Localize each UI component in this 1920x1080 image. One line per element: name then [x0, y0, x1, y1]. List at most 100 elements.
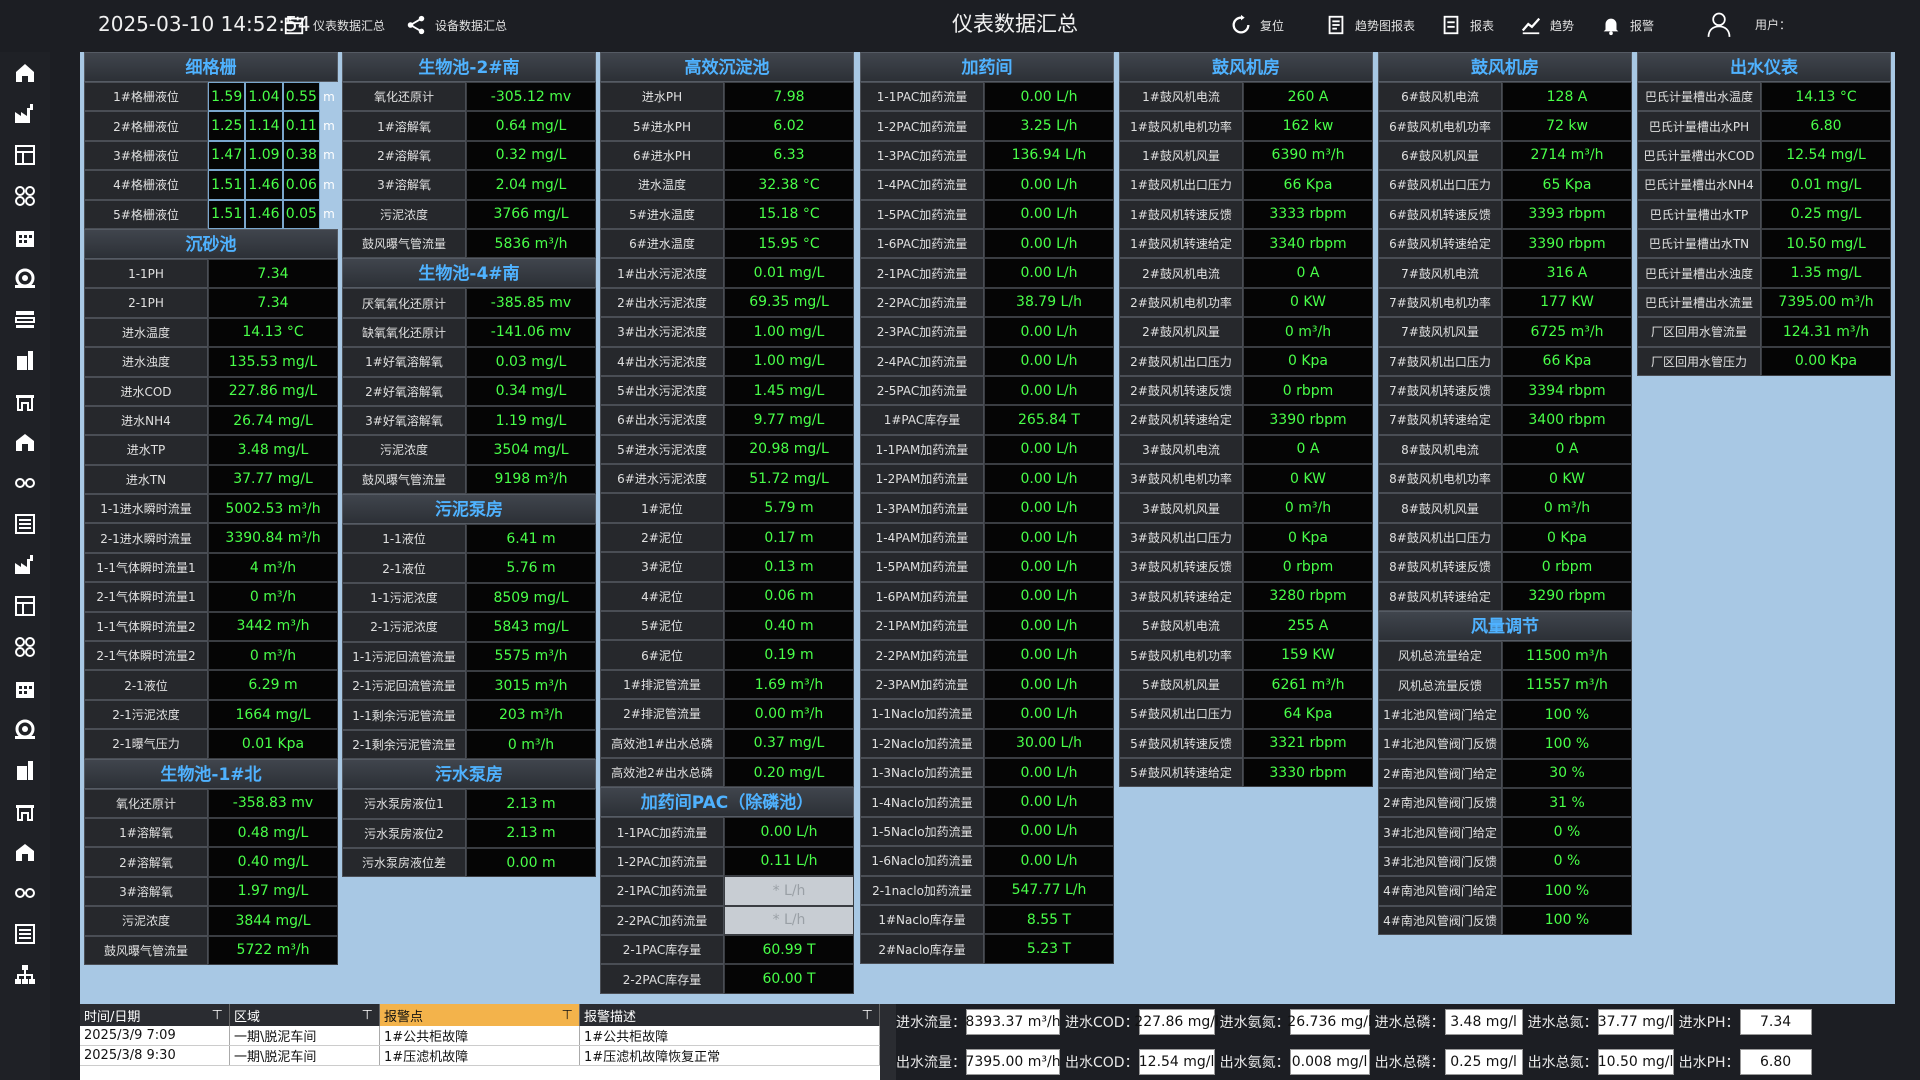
section-out: 出水仪表 巴氏计量槽出水温度 14.13 °C 巴氏计量槽出水PH 6.80 巴氏计量槽出…	[1637, 52, 1891, 376]
row-label: 1#溶解氧	[342, 111, 466, 141]
alarm-button[interactable]: 报警	[1600, 14, 1654, 36]
section-title: 风量调节	[1378, 611, 1632, 642]
row-label: 1#Naclo库存量	[860, 904, 984, 935]
col-header-datetime[interactable]: 时间/日期 ⊤	[80, 1004, 230, 1026]
data-row: 1-1污泥回流管流量 5575 m³/h	[342, 641, 596, 672]
data-row: 3#北池风管阀门给定 0 %	[1378, 817, 1632, 847]
factory-icon[interactable]	[13, 553, 37, 577]
alarm-scrollbar[interactable]	[880, 1004, 896, 1080]
trend-button[interactable]: 趋势	[1520, 14, 1574, 36]
panel-icon[interactable]	[13, 594, 37, 618]
building-icon[interactable]	[13, 225, 37, 249]
data-row: 厂区回用水管压力 0.00 Kpa	[1637, 346, 1891, 376]
summary-value: 37.77 mg/l	[1597, 1009, 1674, 1035]
building-icon[interactable]	[13, 676, 37, 700]
row-label: 1#鼓风机电流	[1119, 82, 1243, 112]
data-row: 2#南池风管阀门给定 30 %	[1378, 758, 1632, 788]
factory-icon[interactable]	[13, 102, 37, 126]
row-value: 128 A	[1502, 82, 1632, 112]
link-icon[interactable]	[13, 881, 37, 905]
row-value: 7395.00 m³/h	[1761, 287, 1891, 318]
org-icon[interactable]	[13, 963, 37, 987]
row-label: 1#泥位	[600, 493, 724, 523]
filter-icon[interactable]: ⊤	[562, 1008, 573, 1023]
alarm-row[interactable]: 2025/3/9 7:09 一期\脱泥车间 1#公共柜故障 1#公共柜故障	[80, 1026, 880, 1046]
fan-icon[interactable]	[13, 635, 37, 659]
tank-icon[interactable]	[13, 348, 37, 372]
data-row: 1-6PAM加药流量 0.00 L/h	[860, 581, 1114, 612]
panel-icon[interactable]	[13, 143, 37, 167]
row-value: 0 A	[1243, 258, 1373, 288]
data-row: 8#鼓风机转速给定 3290 rbpm	[1378, 581, 1632, 612]
row-value: 0.00 m	[466, 847, 596, 878]
row-label: 2#排泥管流量	[600, 699, 724, 729]
summary-label: 出水PH：	[1678, 1055, 1740, 1071]
report-button[interactable]: 报表	[1440, 14, 1494, 36]
station-icon[interactable]	[13, 840, 37, 864]
user-button[interactable]: 用户：	[1705, 10, 1791, 38]
row-value: 10.50 mg/L	[1761, 228, 1891, 259]
col-header-alarm-point[interactable]: 报警点 ⊤	[380, 1004, 580, 1026]
row-label: 2-1PAC加药流量	[860, 258, 984, 288]
data-row: 2#泥位 0.17 m	[600, 522, 854, 553]
summary-item: 进水总磷： 3.48 mg/l	[1375, 1009, 1523, 1035]
section-title: 污水泵房	[342, 759, 596, 790]
data-row: 3#鼓风机转速给定 3280 rbpm	[1119, 581, 1373, 612]
reset-button[interactable]: 复位	[1230, 14, 1284, 36]
device-summary-button[interactable]: 设备数据汇总	[405, 14, 507, 36]
home-icon[interactable]	[13, 61, 37, 85]
row-label: 1-1气体瞬时流量1	[84, 552, 208, 583]
row-value: 65 Kpa	[1502, 170, 1632, 200]
data-row: 污泥浓度 3504 mg/L	[342, 435, 596, 465]
summary-value: 26.736 mg/l	[1287, 1009, 1372, 1035]
link-icon[interactable]	[13, 471, 37, 495]
pump-icon[interactable]	[13, 266, 37, 290]
filter-icon[interactable]: ⊤	[362, 1008, 373, 1023]
grille-value: 0.11	[282, 111, 320, 141]
data-row: 氧化还原计 -358.83 mv	[84, 788, 338, 818]
row-value: 1.00 mg/L	[724, 317, 854, 347]
filter-icon[interactable]: ⊤	[862, 1008, 873, 1023]
trend-report-button[interactable]: 趋势图报表	[1325, 14, 1415, 36]
grille-row: 4#格栅液位 1.51 1.46 0.06 m	[84, 170, 338, 200]
summary-value: 7.34	[1739, 1009, 1812, 1035]
data-row: 2-1液位 5.76 m	[342, 553, 596, 583]
row-value: 8.55 T	[984, 904, 1114, 935]
datetime-display: 2025-03-10 14:52:54	[98, 12, 311, 36]
fan-icon[interactable]	[13, 184, 37, 208]
row-label: 1#鼓风机出口压力	[1119, 170, 1243, 200]
data-row: 6#泥位 0.19 m	[600, 640, 854, 670]
section-title: 生物池-2#南	[342, 52, 596, 82]
process-icon[interactable]	[13, 307, 37, 331]
pump-icon[interactable]	[13, 717, 37, 741]
report-label: 报表	[1470, 18, 1495, 33]
summary-label: 进水氨氮：	[1219, 1015, 1290, 1031]
tank-icon[interactable]	[13, 758, 37, 782]
crane-icon[interactable]	[13, 799, 37, 823]
user-label: 用户：	[1755, 17, 1792, 32]
filter-icon[interactable]: ⊤	[212, 1008, 223, 1023]
station-icon[interactable]	[13, 430, 37, 454]
row-label: 8#鼓风机转速给定	[1378, 581, 1502, 612]
data-row: 巴氏计量槽出水浊度 1.35 mg/L	[1637, 258, 1891, 288]
data-row: 2#排泥管流量 0.00 m³/h	[600, 699, 854, 729]
alarm-row[interactable]: 2025/3/8 9:30 一期\脱泥车间 1#压滤机故障 1#压滤机故障恢复正常	[80, 1046, 880, 1066]
list-icon[interactable]	[13, 512, 37, 536]
data-row: 2-1PAC加药流量 0.00 L/h	[860, 258, 1114, 288]
instrument-summary-button[interactable]: 仪表数据汇总	[283, 14, 385, 36]
col-header-area[interactable]: 区域 ⊤	[230, 1004, 380, 1026]
crane-icon[interactable]	[13, 389, 37, 413]
line-chart-icon	[1521, 17, 1541, 35]
summary-value: 227.86 mg/l	[1134, 1009, 1219, 1035]
row-value: 0.00 L/h	[984, 493, 1114, 523]
row-value: 0 KW	[1243, 464, 1373, 494]
list-icon[interactable]	[13, 922, 37, 946]
summary-label: 进水流量：	[896, 1015, 966, 1031]
summary-item: 进水COD： 227.86 mg/l	[1065, 1009, 1219, 1035]
col-header-description[interactable]: 报警描述 ⊤	[580, 1004, 880, 1026]
row-label: 2-1污泥浓度	[84, 699, 208, 730]
row-value: 100 %	[1502, 905, 1632, 935]
row-label: 氧化还原计	[84, 788, 208, 818]
grille-value: 1.14	[245, 111, 283, 141]
row-label: 5#进水污泥浓度	[600, 434, 724, 465]
